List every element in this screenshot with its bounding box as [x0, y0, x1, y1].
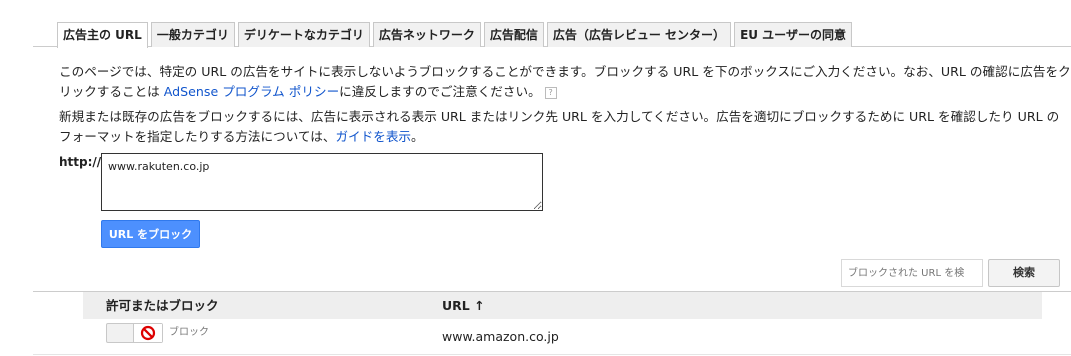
- block-url-button[interactable]: URL をブロック: [101, 220, 200, 248]
- adsense-policy-link[interactable]: AdSense プログラム ポリシー: [164, 84, 339, 99]
- table-row: ブロック www.amazon.co.jp: [83, 319, 1042, 353]
- blocked-url-search-input[interactable]: [841, 259, 983, 287]
- block-icon: [140, 325, 156, 341]
- intro-paragraph: このページでは、特定の URL の広告をサイトに表示しないようブロックすることが…: [59, 62, 1071, 102]
- tab-general-categories[interactable]: 一般カテゴリ: [150, 22, 235, 47]
- search-button[interactable]: 検索: [988, 259, 1060, 287]
- instructions-text-end: 。: [411, 129, 424, 144]
- column-header-status[interactable]: 許可またはブロック: [106, 292, 219, 319]
- tab-ad-review-center[interactable]: 広告（広告レビュー センター）: [546, 22, 732, 47]
- table-row-border: [33, 354, 1071, 355]
- tab-list: 広告主の URL 一般カテゴリ デリケートなカテゴリ 広告ネットワーク 広告配信…: [57, 22, 852, 48]
- tab-ad-networks[interactable]: 広告ネットワーク: [372, 22, 481, 47]
- intro-text-end: に違反しますのでご注意ください。: [339, 84, 541, 99]
- blocked-url-value: www.amazon.co.jp: [442, 329, 559, 344]
- tab-advertiser-urls[interactable]: 広告主の URL: [57, 22, 148, 48]
- column-header-url[interactable]: URL ↑: [442, 292, 485, 319]
- url-input[interactable]: [101, 153, 543, 211]
- tab-sensitive-categories[interactable]: デリケートなカテゴリ: [237, 22, 370, 47]
- block-status-label: ブロック: [169, 327, 209, 338]
- http-prefix-label: http://: [59, 155, 102, 169]
- settings-tabs: 広告主の URL 一般カテゴリ デリケートなカテゴリ 広告ネットワーク 広告配信…: [0, 20, 1071, 48]
- help-icon[interactable]: ?: [544, 86, 557, 99]
- tab-eu-user-consent[interactable]: EU ユーザーの同意: [734, 22, 852, 47]
- tab-ad-serving[interactable]: 広告配信: [483, 22, 544, 47]
- guide-link[interactable]: ガイドを表示: [335, 129, 411, 144]
- instructions-text: 新規または既存の広告をブロックするには、広告に表示される表示 URL またはリン…: [59, 109, 1060, 144]
- instructions-paragraph: 新規または既存の広告をブロックするには、広告に表示される表示 URL またはリン…: [59, 107, 1071, 147]
- allow-block-toggle[interactable]: [106, 323, 163, 343]
- toggle-thumb: [133, 324, 162, 342]
- table-header: 許可またはブロック URL ↑: [83, 292, 1042, 319]
